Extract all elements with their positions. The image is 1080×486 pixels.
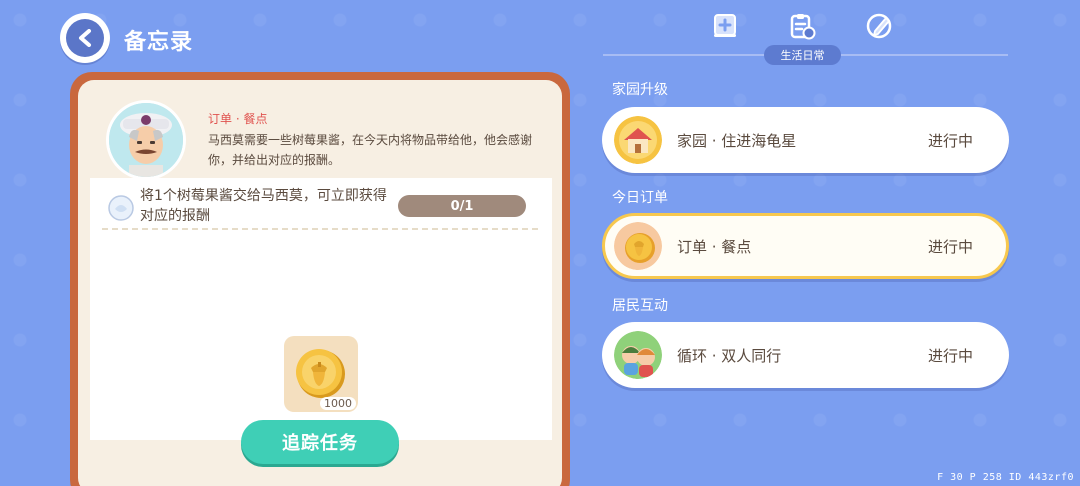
acorn-coin-icon [296,349,345,398]
task-description: 马西莫需要一些树莓果酱，在今天内将物品带给他，他会感谢你，并给出对应的报酬。 [208,133,533,167]
pencil-edit-icon[interactable] [866,12,894,40]
clipboard-check-icon[interactable] [788,12,816,40]
quest-name: 家园 · 住进海龟星 [677,131,797,150]
coin-icon [614,222,662,270]
task-goal-icon [108,195,134,221]
home-plus-icon[interactable] [712,12,740,40]
npc-avatar [106,100,186,180]
quest-status: 进行中 [927,346,973,365]
back-button[interactable] [60,13,110,63]
divider [102,228,538,230]
quest-name: 循环 · 双人同行 [677,346,782,365]
quest-card-order[interactable]: 订单 · 餐点 进行中 [602,213,1009,279]
quest-status: 进行中 [927,237,973,256]
task-progress-bar: 0/1 [398,195,526,217]
quest-card-home[interactable]: 家园 · 住进海龟星 进行中 [602,107,1009,173]
page-title: 备忘录 [124,30,194,55]
chevron-left-icon [66,19,104,57]
track-task-button[interactable]: 追踪任务 [241,420,399,464]
tab-life-daily[interactable]: 生活日常 [764,45,841,65]
quest-name: 订单 · 餐点 [677,237,752,256]
tab-bar [700,12,920,42]
house-icon [614,116,662,164]
task-progress-text: 0/1 [450,198,474,214]
reward-amount: 1000 [320,397,356,410]
debug-info: F 30 P 258 ID 443zrf0 [937,472,1074,483]
reward-item[interactable]: 1000 [284,336,358,412]
task-detail-inner: 订单 · 餐点 马西莫需要一些树莓果酱，在今天内将物品带给他，他会感谢你，并给出… [78,80,562,486]
task-detail-panel: 订单 · 餐点 马西莫需要一些树莓果酱，在今天内将物品带给他，他会感谢你，并给出… [70,72,570,486]
section-title-home-upgrade: 家园升级 [612,82,668,98]
task-type-label: 订单 · 餐点 [208,112,268,126]
task-goal-text: 将1个树莓果酱交给马西莫，可立即获得对应的报酬 [140,188,387,224]
section-title-today-orders: 今日订单 [612,190,668,206]
section-title-resident-interaction: 居民互动 [612,298,668,314]
quest-status: 进行中 [927,131,973,150]
two-people-icon [614,331,662,379]
quest-card-resident[interactable]: 循环 · 双人同行 进行中 [602,322,1009,388]
